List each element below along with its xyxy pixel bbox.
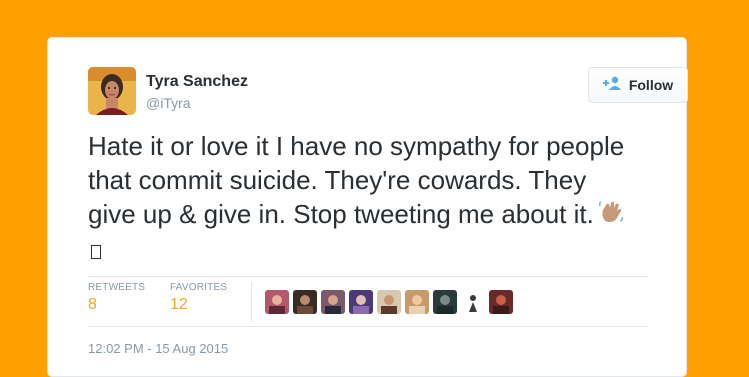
favoriters-avatars: [265, 290, 513, 314]
missing-glyph-icon: [91, 245, 101, 260]
favoriter-avatar[interactable]: [265, 290, 289, 314]
favorites-stat[interactable]: FAVORITES 12: [170, 282, 227, 314]
favorites-count: 12: [170, 296, 188, 313]
divider: [88, 326, 648, 327]
author-handle[interactable]: @iTyra: [146, 95, 191, 111]
tweet-text: Hate it or love it I have no sympathy fo…: [88, 131, 625, 229]
retweets-label: RETWEETS: [88, 282, 146, 293]
author-name[interactable]: Tyra Sanchez: [146, 73, 248, 91]
tweet-text-container: Hate it or love it I have no sympathy fo…: [88, 129, 628, 267]
favorites-label: FAVORITES: [170, 282, 228, 293]
follow-user-icon: [602, 76, 623, 95]
tweet-stats: RETWEETS 8 FAVORITES 12: [88, 282, 648, 322]
tweet-header: Tyra Sanchez @iTyra Follow: [88, 67, 688, 117]
favoriter-avatar[interactable]: [321, 290, 345, 314]
retweets-count: 8: [88, 296, 97, 313]
tweet-card: Tyra Sanchez @iTyra Follow Hate it or lo…: [47, 37, 688, 377]
favoriter-avatar[interactable]: [349, 290, 373, 314]
waving-hand-icon: [598, 199, 624, 233]
favoriter-avatar[interactable]: [433, 290, 457, 314]
retweets-stat[interactable]: RETWEETS 8: [88, 282, 145, 314]
favoriter-avatar[interactable]: [293, 290, 317, 314]
author-avatar[interactable]: [88, 67, 136, 115]
tweet-timestamp[interactable]: 12:02 PM - 15 Aug 2015: [88, 341, 228, 356]
favoriter-avatar[interactable]: [461, 290, 485, 314]
follow-button[interactable]: Follow: [588, 67, 688, 103]
stats-separator: [251, 282, 252, 322]
favoriter-avatar[interactable]: [377, 290, 401, 314]
favoriter-avatar[interactable]: [489, 290, 513, 314]
follow-button-label: Follow: [628, 77, 674, 93]
favoriter-avatar[interactable]: [405, 290, 429, 314]
divider: [88, 276, 648, 277]
